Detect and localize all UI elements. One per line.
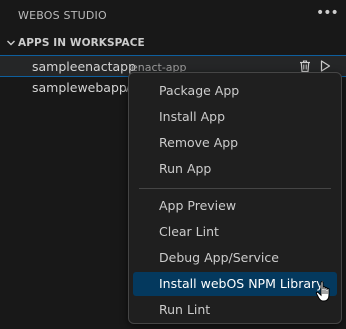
menu-item-label: App Preview <box>159 198 237 213</box>
menu-item-label: Install App <box>159 109 226 124</box>
menu-item-label: Run Lint <box>159 302 211 317</box>
context-menu: Package App Install App Remove App Run A… <box>128 72 342 324</box>
menu-item-clear-lint[interactable]: Clear Lint <box>133 220 337 244</box>
more-horizontal-icon: ••• <box>316 5 339 21</box>
section-header-apps[interactable]: APPS IN WORKSPACE <box>0 33 346 53</box>
menu-item-run-app[interactable]: Run App <box>133 157 337 181</box>
menu-item-label: Install webOS NPM Library <box>159 276 324 291</box>
menu-item-label: Run App <box>159 161 212 176</box>
app-name: sampleenactapp <box>32 59 137 74</box>
view-header: WEBOS STUDIO ••• <box>0 0 346 30</box>
menu-item-package-app[interactable]: Package App <box>133 79 337 103</box>
trash-icon[interactable] <box>298 59 312 73</box>
menu-item-label: Package App <box>159 83 240 98</box>
play-icon[interactable] <box>318 59 332 73</box>
menu-item-install-app[interactable]: Install App <box>133 105 337 129</box>
hand-pointer-cursor-icon <box>315 281 330 302</box>
chevron-down-icon <box>7 40 15 46</box>
menu-item-run-lint[interactable]: Run Lint <box>133 298 337 322</box>
menu-item-app-preview[interactable]: App Preview <box>133 194 337 218</box>
view-title: WEBOS STUDIO <box>18 9 107 22</box>
menu-item-debug-app-service[interactable]: Debug App/Service <box>133 246 337 270</box>
menu-item-label: Clear Lint <box>159 224 219 239</box>
more-actions-button[interactable]: ••• <box>316 4 339 24</box>
menu-item-label: Debug App/Service <box>159 250 279 265</box>
app-name: samplewebapp <box>32 80 127 95</box>
section-title: APPS IN WORKSPACE <box>18 37 145 49</box>
menu-separator <box>139 188 331 189</box>
menu-item-label: Remove App <box>159 135 239 150</box>
menu-item-install-webos-npm-library[interactable]: Install webOS NPM Library <box>133 272 337 296</box>
menu-item-remove-app[interactable]: Remove App <box>133 131 337 155</box>
